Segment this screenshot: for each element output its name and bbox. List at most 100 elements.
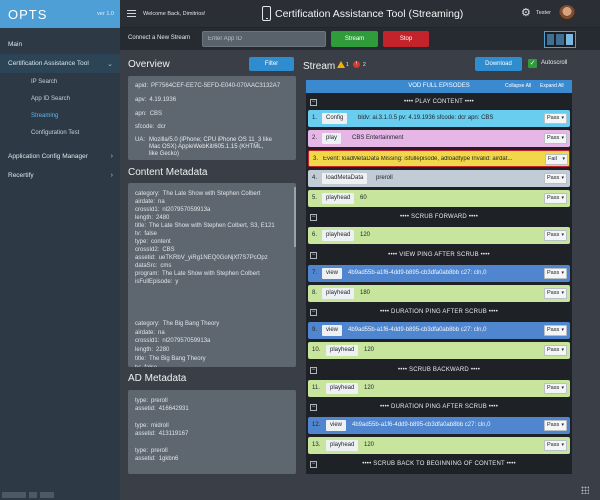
collapse-all-link[interactable]: Collapse All	[505, 83, 531, 89]
event-row[interactable]: 13. playhead 120 Pass	[308, 437, 570, 454]
status-select[interactable]: Pass	[544, 268, 567, 279]
event-error-text: Event: loadMetaData Missing: isfullepiso…	[323, 156, 513, 162]
hamburger-icon[interactable]	[127, 9, 136, 18]
gear-icon[interactable]: ⚙	[521, 8, 531, 19]
content-metadata-panel[interactable]: category: The Late Show with Stephen Colb…	[128, 183, 296, 367]
metadata-field: crossId1: nl207957059913a	[135, 207, 211, 213]
stream-button[interactable]: Stream	[331, 31, 378, 47]
event-row[interactable]: 10. playhead 120 Pass	[308, 342, 570, 359]
metadata-field: crossId1: nl207957059913a	[135, 338, 211, 345]
stream-title: Stream	[303, 61, 336, 72]
status-select[interactable]: Fail	[545, 154, 568, 165]
download-button[interactable]: Download	[475, 57, 522, 71]
app-id-input[interactable]	[202, 31, 326, 47]
event-group-header[interactable]: − •••• SCRUB FORWARD ••••	[308, 211, 570, 224]
event-row[interactable]: 8. playhead 180 Pass	[308, 285, 570, 302]
filter-button[interactable]: Filter	[249, 57, 294, 71]
scrollbar[interactable]	[294, 187, 296, 247]
metadata-field: airdate: na	[135, 199, 165, 205]
event-number: 13.	[312, 442, 321, 448]
chevron-down-icon: ⌄	[107, 60, 113, 68]
status-select[interactable]: Pass	[544, 440, 567, 451]
metadata-field: length: 2480	[135, 215, 170, 221]
status-select[interactable]: Pass	[544, 113, 567, 124]
sidebar-nav: Main Certification Assistance Tool ⌄ IP …	[0, 28, 120, 185]
event-row[interactable]: 11. playhead 120 Pass	[308, 380, 570, 397]
stop-button[interactable]: Stop	[383, 31, 429, 47]
event-group-header[interactable]: − •••• SCRUB BACKWARD ••••	[308, 364, 570, 377]
sidebar-item-main[interactable]: Main	[0, 35, 120, 54]
event-type-tag: playhead	[326, 345, 359, 356]
event-row[interactable]: 12. view 4b9ad55b-a1f6-4dd9-b895-cb3dfa0ab…	[308, 417, 570, 434]
brand-bar: OPTS ver 1.0	[0, 0, 120, 28]
phone-icon	[262, 6, 271, 21]
overview-apv: apv: 4.19.1936	[135, 97, 177, 103]
event-type-tag: loadMetaData	[322, 173, 368, 184]
event-info: CBS Entertainment	[352, 135, 404, 141]
autoscroll-checkbox[interactable]: ✓	[528, 59, 537, 68]
event-number: 2.	[312, 135, 318, 141]
event-info: 4b9ad55b-a1f6-4dd9-b895-cb3dfa0ab8bb c27…	[348, 270, 487, 276]
event-row[interactable]: 5. playhead 60 Pass	[308, 190, 570, 207]
event-row[interactable]: 1. Config bldv: ai.3.1.0.5 pv: 4.19.1936 s…	[308, 110, 570, 127]
status-select[interactable]: Pass	[544, 133, 567, 144]
event-number: 9.	[312, 327, 318, 333]
avatar[interactable]	[559, 5, 575, 21]
sidebar-item-ip-search[interactable]: IP Search	[0, 73, 120, 90]
status-select[interactable]: Pass	[544, 420, 567, 431]
event-group-header[interactable]: − •••• VIEW PING AFTER SCRUB ••••	[308, 249, 570, 262]
resize-grip-icon[interactable]	[581, 486, 589, 494]
overview-title: Overview	[128, 59, 170, 70]
connect-bar: Connect a New Stream Stream Stop	[120, 28, 600, 50]
event-row[interactable]: 3. Event: loadMetaData Missing: isfullepi…	[308, 150, 570, 167]
sidebar-item-application-config-manager[interactable]: Application Config Manager ›	[0, 147, 120, 166]
sidebar: OPTS ver 1.0 Main Certification Assistan…	[0, 0, 120, 500]
sidebar-item-streaming[interactable]: Streaming	[0, 107, 120, 124]
overview-ua-label: UA:	[135, 137, 146, 143]
event-row[interactable]: 2. play CBS Entertainment Pass	[308, 130, 570, 147]
event-group-title: •••• DURATION PING AFTER SCRUB ••••	[379, 404, 499, 410]
status-select[interactable]: Pass	[544, 288, 567, 299]
event-row[interactable]: 7. view 4b9ad55b-a1f6-4dd9-b895-cb3dfa0ab8…	[308, 265, 570, 282]
event-group-header[interactable]: − •••• DURATION PING AFTER SCRUB ••••	[308, 306, 570, 319]
metadata-field: tv:false	[135, 365, 157, 368]
metadata-field: title: The Late Show with Stephen Colbert…	[135, 223, 275, 229]
metadata-field: tv:false	[135, 231, 158, 237]
status-select[interactable]: Pass	[544, 325, 567, 336]
connect-label: Connect a New Stream	[128, 35, 191, 41]
event-type-tag: view	[322, 268, 343, 279]
welcome-message: Welcome Back, Dimitrios!	[143, 10, 206, 17]
chevron-right-icon: ›	[110, 172, 113, 179]
sidebar-item-certification-assistance-tool[interactable]: Certification Assistance Tool ⌄	[0, 54, 120, 73]
event-group-title: •••• SCRUB FORWARD ••••	[399, 214, 479, 220]
status-select[interactable]: Pass	[544, 383, 567, 394]
status-select[interactable]: Pass	[544, 173, 567, 184]
event-row[interactable]: 4. loadMetaData preroll Pass	[308, 170, 570, 187]
metadata-field: assetid: 1gkbn6	[135, 456, 179, 462]
event-info: preroll	[376, 175, 393, 181]
sidebar-item-recertify[interactable]: Recertify ›	[0, 166, 120, 185]
status-select[interactable]: Pass	[544, 345, 567, 356]
event-type-tag: view	[326, 420, 347, 431]
event-group-header[interactable]: − •••• DURATION PING AFTER SCRUB ••••	[308, 401, 570, 414]
status-select[interactable]: Pass	[544, 193, 567, 204]
status-select[interactable]: Pass	[544, 230, 567, 241]
metadata-field: category: The Late Show with Stephen Colb…	[135, 191, 261, 197]
event-number: 8.	[312, 290, 318, 296]
event-type-tag: play	[322, 133, 342, 144]
layout-toggle[interactable]	[544, 31, 576, 48]
event-group-header[interactable]: − •••• PLAY CONTENT ••••	[308, 96, 570, 109]
sidebar-item-configuration-test[interactable]: Configuration Test	[0, 124, 120, 141]
metadata-field: isFullEpisode: y	[135, 279, 179, 285]
event-group-header[interactable]: − •••• SCRUB BACK TO BEGINNING OF CONTENT…	[308, 458, 570, 471]
metadata-field: type: content	[135, 239, 171, 245]
event-type-tag: playhead	[322, 230, 355, 241]
stream-events-panel: VOD FULL EPISODES Collapse All Expand Al…	[306, 80, 572, 474]
event-info: 120	[360, 232, 371, 238]
expand-all-link[interactable]: Expand All	[540, 83, 564, 89]
error-icon: !	[353, 61, 360, 68]
sidebar-item-app-id-search[interactable]: App ID Search	[0, 90, 120, 107]
event-row[interactable]: 6. playhead 120 Pass	[308, 227, 570, 244]
event-row[interactable]: 9. view 4b9ad55b-a1f6-4dd9-b895-cb3dfa0ab8…	[308, 322, 570, 339]
footer-logo	[2, 492, 54, 498]
